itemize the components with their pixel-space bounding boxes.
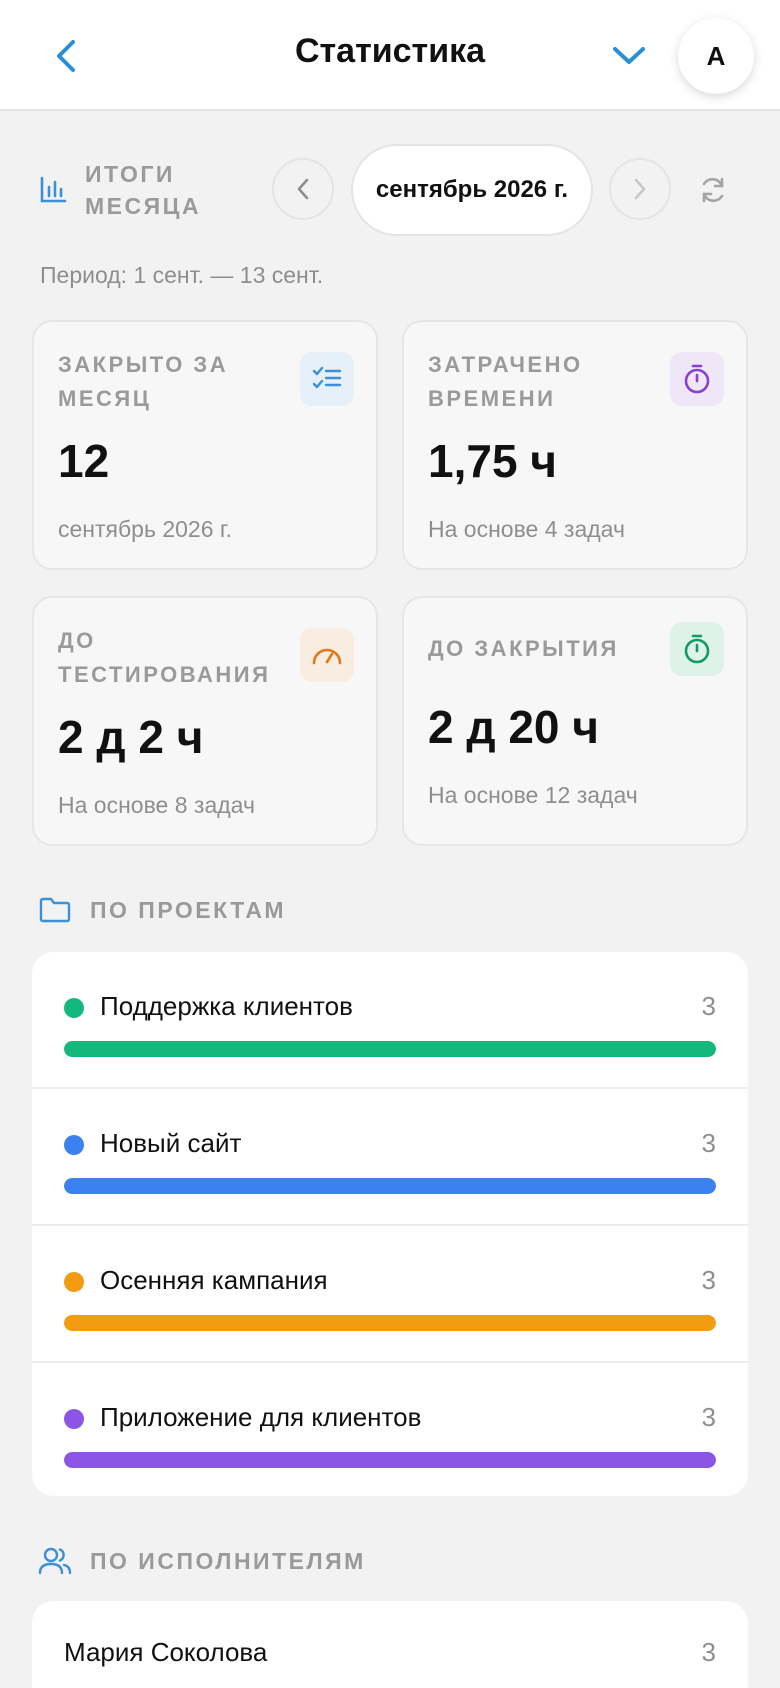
chevron-down-icon bbox=[613, 47, 645, 64]
progress-track bbox=[64, 1041, 716, 1057]
project-name: Поддержка клиентов bbox=[100, 991, 353, 1021]
checklist-icon bbox=[300, 352, 354, 406]
stat-card-time-spent: Затрачено времени 1,75 ч На основе 4 зад… bbox=[402, 320, 748, 570]
projects-list: Поддержка клиентов 3 Новый сайт 3 Осення… bbox=[32, 952, 748, 1496]
assignee-name: Мария Соколова bbox=[64, 1637, 268, 1667]
folder-icon bbox=[39, 897, 71, 923]
refresh-icon bbox=[702, 177, 724, 203]
project-color-dot bbox=[64, 998, 84, 1018]
projects-section-title: По проектам bbox=[90, 896, 287, 923]
stat-card-sub: На основе 8 задач bbox=[58, 792, 255, 818]
progress-bar bbox=[64, 1178, 716, 1194]
stat-card-sub: На основе 4 задач bbox=[428, 516, 625, 542]
stat-card-label: Закрыто за месяц bbox=[58, 352, 229, 411]
list-item[interactable]: Мария Соколова 3 bbox=[32, 1601, 748, 1688]
bar-chart-icon bbox=[40, 176, 67, 203]
period-label: Период: 1 сент. — 13 сент. bbox=[40, 262, 324, 288]
avatar[interactable]: А bbox=[678, 18, 754, 94]
app-header: Статистика А bbox=[0, 0, 780, 111]
assignees-section-title: По исполнителям bbox=[90, 1547, 366, 1574]
progress-track bbox=[64, 1452, 716, 1468]
assignees-section-header: По исполнителям bbox=[38, 1546, 366, 1576]
stat-card-label: Затрачено времени bbox=[428, 352, 583, 411]
stat-card-label: До тестирования bbox=[58, 628, 271, 687]
stat-card-label: До закрытия bbox=[428, 636, 619, 661]
progress-track bbox=[64, 1315, 716, 1331]
page-title: Статистика bbox=[294, 32, 486, 70]
speedometer-icon bbox=[300, 628, 354, 682]
progress-track bbox=[64, 1178, 716, 1194]
refresh-button[interactable] bbox=[695, 172, 731, 208]
stat-card-sub: сентябрь 2026 г. bbox=[58, 516, 232, 542]
project-count: 3 bbox=[701, 1265, 716, 1295]
list-item[interactable]: Поддержка клиентов 3 bbox=[32, 952, 748, 1089]
project-name: Новый сайт bbox=[100, 1128, 242, 1158]
project-count: 3 bbox=[701, 1128, 716, 1158]
progress-bar bbox=[64, 1315, 716, 1331]
progress-bar bbox=[64, 1452, 716, 1468]
assignees-list: Мария Соколова 3 bbox=[32, 1601, 748, 1688]
list-item[interactable]: Осенняя кампания 3 bbox=[32, 1226, 748, 1363]
next-month-button[interactable] bbox=[609, 158, 671, 220]
assignee-count: 3 bbox=[701, 1637, 716, 1667]
dropdown-button[interactable] bbox=[604, 34, 654, 78]
project-color-dot bbox=[64, 1409, 84, 1429]
month-selector[interactable]: сентябрь 2026 г. bbox=[351, 144, 593, 236]
users-icon bbox=[38, 1547, 72, 1575]
stopwatch-icon bbox=[670, 352, 724, 406]
timer-icon bbox=[670, 622, 724, 676]
project-color-dot bbox=[64, 1135, 84, 1155]
project-name: Осенняя кампания bbox=[100, 1265, 328, 1295]
prev-month-button[interactable] bbox=[272, 158, 334, 220]
list-item[interactable]: Приложение для клиентов 3 bbox=[32, 1363, 748, 1496]
projects-section-header: По проектам bbox=[38, 896, 286, 924]
chevron-left-icon bbox=[297, 178, 309, 200]
project-name: Приложение для клиентов bbox=[100, 1402, 422, 1432]
stat-card-value: 2 д 20 ч bbox=[428, 701, 599, 753]
list-item[interactable]: Новый сайт 3 bbox=[32, 1089, 748, 1226]
stat-card-value: 2 д 2 ч bbox=[58, 711, 204, 763]
stat-card-to-testing: До тестирования 2 д 2 ч На основе 8 зада… bbox=[32, 596, 378, 846]
stat-card-sub: На основе 12 задач bbox=[428, 782, 638, 808]
chevron-right-icon bbox=[634, 178, 646, 200]
project-count: 3 bbox=[701, 991, 716, 1021]
summary-title: Итоги месяца bbox=[85, 161, 202, 219]
project-count: 3 bbox=[701, 1402, 716, 1432]
stat-card-value: 12 bbox=[58, 435, 110, 487]
stat-card-to-closing: До закрытия 2 д 20 ч На основе 12 задач bbox=[402, 596, 748, 846]
stat-card-closed: Закрыто за месяц 12 сентябрь 2026 г. bbox=[32, 320, 378, 570]
stat-card-value: 1,75 ч bbox=[428, 435, 558, 487]
project-color-dot bbox=[64, 1272, 84, 1292]
progress-bar bbox=[64, 1041, 716, 1057]
